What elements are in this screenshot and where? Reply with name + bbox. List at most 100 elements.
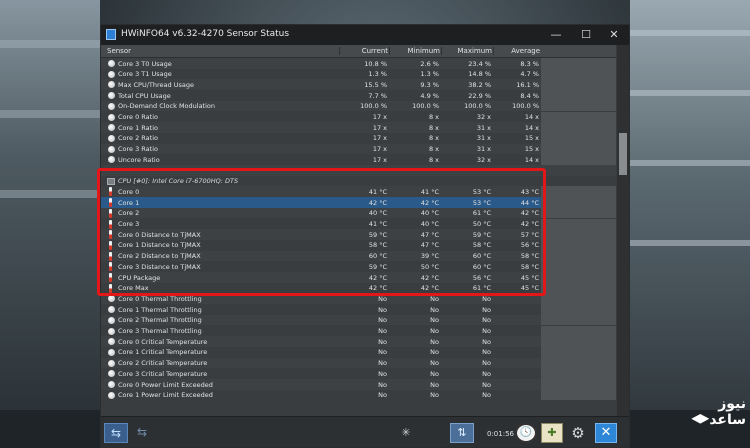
gauge-icon (108, 338, 115, 346)
sensor-row[interactable]: Core 1 Thermal Throttling No No No (101, 304, 616, 315)
value-maximum: No (482, 391, 491, 400)
sensor-row[interactable]: Core 3 Thermal Throttling No No No (101, 325, 616, 337)
header-current[interactable]: Current (339, 47, 390, 55)
graph-column (541, 389, 616, 401)
sensor-row[interactable]: Core 3 Ratio 17 x 8 x 31 x 15 x (101, 143, 616, 155)
elapsed-timer: 0:01:56 (487, 430, 514, 438)
gauge-icon (108, 124, 115, 132)
close-sensors-button[interactable]: ✕ (595, 423, 617, 443)
sensor-row[interactable]: Core 2 Critical Temperature No No No (101, 357, 616, 369)
sensor-name: Core 0 Thermal Throttling (118, 294, 202, 303)
value-minimum: No (430, 380, 439, 389)
gauge-icon (108, 113, 115, 121)
footer-toolbar: ⇆ ⇆ ✳ ⇅ 0:01:56 🕓 ✚ ⚙ ✕ (101, 416, 629, 447)
gauge-icon (108, 70, 115, 78)
navigate-left-button[interactable]: ⇆ (104, 423, 128, 443)
sensor-row[interactable]: Core 3 T1 Usage 1.3 % 1.3 % 14.8 % 4.7 % (101, 68, 616, 80)
close-window-button[interactable]: ✕ (599, 26, 629, 44)
value-maximum: No (482, 327, 491, 335)
gauge-icon (108, 359, 115, 367)
value-average: 15 x (524, 145, 539, 154)
sensor-name: Core 1 Thermal Throttling (118, 305, 202, 314)
sensor-row[interactable]: Core 2 Thermal Throttling No No No (101, 314, 616, 326)
column-header: Sensor Current Minimum Maximum Average (101, 45, 616, 58)
sensor-row[interactable]: Core 3 T0 Usage 10.8 % 2.6 % 23.4 % 8.3 % (101, 58, 616, 69)
value-maximum: 32 x (476, 155, 491, 164)
navigate-right-button[interactable]: ⇆ (130, 423, 154, 443)
sensor-name: Total CPU Usage (118, 91, 171, 100)
graph-column (541, 379, 616, 390)
header-average[interactable]: Average (493, 47, 542, 55)
value-minimum: 4.9 % (420, 91, 439, 100)
vertical-scrollbar[interactable] (617, 45, 629, 416)
header-sensor[interactable]: Sensor (107, 47, 131, 55)
value-current: 17 x (372, 123, 387, 132)
gauge-icon (108, 391, 115, 399)
gauge-icon (108, 295, 115, 303)
sensor-row[interactable]: Core 0 Critical Temperature No No No (101, 336, 616, 347)
sensor-row[interactable]: Max CPU/Thread Usage 15.5 % 9.3 % 38.2 % 16.… (101, 79, 616, 91)
watermark-line2-text: ساعد (709, 412, 746, 428)
graph-column (541, 154, 616, 165)
sensor-row[interactable]: On-Demand Clock Modulation 100.0 % 100.0 %… (101, 100, 616, 112)
value-current: 1.3 % (368, 70, 387, 79)
value-maximum: 14.8 % (468, 70, 491, 79)
sensor-row[interactable]: Total CPU Usage 7.7 % 4.9 % 22.9 % 8.4 % (101, 90, 616, 101)
value-maximum: 23.4 % (468, 59, 491, 68)
sensor-name: Core 3 Ratio (118, 145, 158, 154)
value-maximum: No (482, 316, 491, 325)
sensor-name: Uncore Ratio (118, 155, 160, 164)
background-right (630, 0, 750, 448)
value-average: 16.1 % (516, 80, 539, 89)
graph-column (541, 293, 616, 305)
value-average: 4.7 % (520, 70, 539, 79)
value-minimum: 8 x (428, 145, 439, 154)
sensor-row[interactable]: Core 2 Ratio 17 x 8 x 31 x 15 x (101, 132, 616, 144)
sensor-row[interactable]: Core 3 Critical Temperature No No No (101, 368, 616, 379)
burst-icon[interactable]: ✳ (399, 423, 413, 443)
value-maximum: No (482, 348, 491, 357)
gauge-icon (108, 327, 115, 335)
report-button[interactable]: ✚ (541, 423, 563, 443)
sensor-row[interactable]: Uncore Ratio 17 x 8 x 32 x 14 x (101, 154, 616, 165)
title-bar[interactable]: HWiNFO64 v6.32-4270 Sensor Status — ☐ ✕ (101, 25, 629, 45)
value-minimum: 8 x (428, 134, 439, 143)
graph-column (541, 58, 616, 69)
graph-column (541, 197, 616, 208)
clock-reset-button[interactable]: 🕓 (515, 423, 537, 443)
scroll-thumb[interactable] (619, 133, 627, 175)
minimize-button[interactable]: — (541, 26, 571, 44)
maximize-button[interactable]: ☐ (571, 26, 601, 44)
value-maximum: 38.2 % (468, 80, 491, 89)
sensor-row[interactable]: Core 1 Ratio 17 x 8 x 31 x 14 x (101, 122, 616, 133)
value-current: 15.5 % (364, 80, 387, 89)
gauge-icon (108, 381, 115, 388)
gauge-icon (108, 102, 115, 110)
gauge-icon (108, 316, 115, 324)
value-current: No (378, 327, 387, 335)
sensor-row[interactable]: Core 1 Power Limit Exceeded No No No (101, 389, 616, 401)
sensor-row[interactable]: Core 1 Critical Temperature No No No (101, 346, 616, 358)
graph-column (541, 239, 616, 251)
sensor-row[interactable]: Core 0 Ratio 17 x 8 x 32 x 14 x (101, 111, 616, 123)
graph-column (541, 325, 616, 337)
sensor-row[interactable]: Core 0 Power Limit Exceeded No No No (101, 379, 616, 390)
value-current: 17 x (372, 113, 387, 121)
header-maximum[interactable]: Maximum (441, 47, 494, 55)
sensor-name: Core 0 Ratio (118, 113, 158, 121)
graph-column (541, 111, 616, 123)
value-minimum: 9.3 % (420, 80, 439, 89)
value-maximum: No (482, 305, 491, 314)
value-minimum: 8 x (428, 123, 439, 132)
value-current: 17 x (372, 155, 387, 164)
header-minimum[interactable]: Minimum (389, 47, 442, 55)
value-minimum: 8 x (428, 113, 439, 121)
value-current: No (378, 359, 387, 368)
value-current: No (378, 348, 387, 357)
value-minimum: No (430, 305, 439, 314)
value-current: No (378, 369, 387, 378)
value-maximum: 31 x (476, 123, 491, 132)
value-maximum: No (482, 337, 491, 346)
network-button[interactable]: ⇅ (450, 423, 474, 443)
settings-button[interactable]: ⚙ (567, 423, 589, 443)
